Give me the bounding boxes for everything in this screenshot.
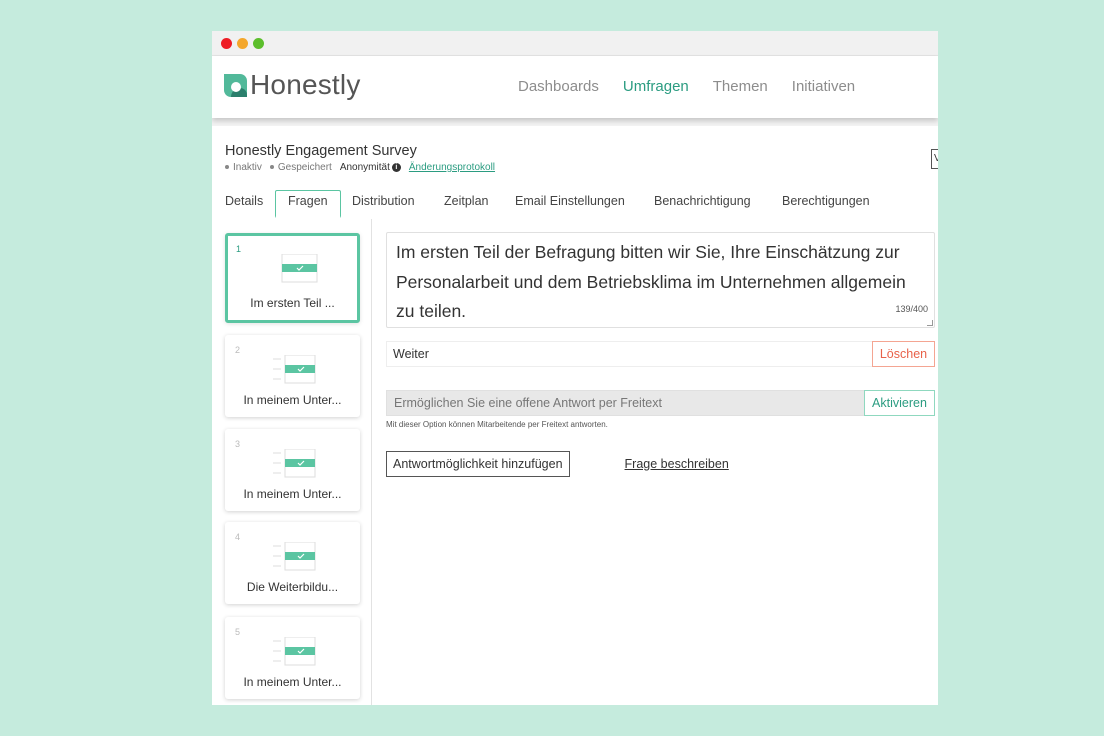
tab-fragen[interactable]: Fragen xyxy=(275,190,341,218)
nav-initiativen[interactable]: Initiativen xyxy=(792,78,855,95)
freetext-hint: Mit dieser Option können Mitarbeitende p… xyxy=(386,420,608,429)
delete-answer-button[interactable]: Löschen xyxy=(872,341,935,367)
activate-freetext-button[interactable]: Aktivieren xyxy=(864,390,935,416)
freetext-label: Ermöglichen Sie eine offene Antwort per … xyxy=(394,396,662,410)
question-label: In meinem Unter... xyxy=(243,675,342,689)
question-card[interactable]: 5 In meinem Unter... xyxy=(225,617,360,699)
question-number: 5 xyxy=(235,627,241,637)
logo[interactable]: Honestly xyxy=(224,70,361,100)
nav-themen[interactable]: Themen xyxy=(713,78,768,95)
window-titlebar xyxy=(212,31,938,56)
question-number: 3 xyxy=(235,439,241,449)
brand-name: Honestly xyxy=(250,69,361,100)
nav-dashboards[interactable]: Dashboards xyxy=(518,78,599,95)
tab-distribution[interactable]: Distribution xyxy=(352,191,415,211)
question-number: 2 xyxy=(235,345,241,355)
question-text-field[interactable]: Im ersten Teil der Befragung bitten wir … xyxy=(386,232,935,328)
tab-benachrichtigung[interactable]: Benachrichtigung xyxy=(654,191,751,211)
saved-dot-icon xyxy=(269,165,274,170)
status-inactive: Inaktiv xyxy=(225,162,262,173)
header-separator xyxy=(212,118,938,126)
resize-handle-icon[interactable] xyxy=(927,320,933,326)
status-saved: Gespeichert xyxy=(269,162,332,173)
question-thumbnail-icon xyxy=(272,542,315,571)
edge-button[interactable]: V xyxy=(931,149,938,169)
question-number: 1 xyxy=(236,244,242,254)
page-title: Honestly Engagement Survey xyxy=(225,143,417,159)
tab-details[interactable]: Details xyxy=(225,191,263,211)
info-icon[interactable]: i xyxy=(391,162,401,172)
close-window-icon[interactable] xyxy=(221,38,232,49)
question-number: 4 xyxy=(235,532,241,542)
question-thumbnail-icon xyxy=(272,637,315,666)
question-label: In meinem Unter... xyxy=(243,487,342,501)
char-counter: 139/400 xyxy=(895,303,928,314)
question-card[interactable]: 2 In meinem Unter... xyxy=(225,335,360,417)
freetext-option-row: Ermöglichen Sie eine offene Antwort per … xyxy=(386,390,935,416)
question-card[interactable]: 1 Im ersten Teil ... xyxy=(225,233,360,323)
question-text: Im ersten Teil der Befragung bitten wir … xyxy=(396,242,906,321)
tab-zeitplan[interactable]: Zeitplan xyxy=(444,191,488,211)
anonymity-info[interactable]: Anonymität i xyxy=(340,162,401,173)
browser-window: Honestly Dashboards Umfragen Themen Init… xyxy=(212,31,938,705)
minimize-window-icon[interactable] xyxy=(237,38,248,49)
question-card[interactable]: 3 In meinem Unter... xyxy=(225,429,360,511)
honestly-logo-icon xyxy=(224,73,247,97)
tab-berechtigungen[interactable]: Berechtigungen xyxy=(782,191,870,211)
question-list: 1 Im ersten Teil ... 2 In meinem Unter..… xyxy=(212,219,372,705)
anonymity-label: Anonymität xyxy=(339,162,390,173)
answer-option-row: Weiter Löschen xyxy=(386,341,935,367)
add-answer-button[interactable]: Antwortmöglichkeit hinzufügen xyxy=(386,451,570,477)
changelog-link[interactable]: Änderungsprotokoll xyxy=(409,162,495,173)
question-thumbnail-icon xyxy=(272,449,315,478)
maximize-window-icon[interactable] xyxy=(253,38,264,49)
survey-meta: Inaktiv Gespeichert Anonymität i Änderung… xyxy=(225,162,495,173)
saved-label: Gespeichert xyxy=(277,162,332,173)
question-editor: Im ersten Teil der Befragung bitten wir … xyxy=(386,232,935,477)
answer-option-input[interactable]: Weiter xyxy=(393,347,429,361)
editor-actions: Antwortmöglichkeit hinzufügen Frage besc… xyxy=(386,451,935,477)
status-dot-icon xyxy=(225,165,229,170)
describe-question-link[interactable]: Frage beschreiben xyxy=(625,457,729,471)
main-nav: Dashboards Umfragen Themen Initiativen xyxy=(518,78,855,95)
question-thumbnail-icon xyxy=(272,355,315,384)
status-label: Inaktiv xyxy=(233,162,262,173)
question-thumbnail-icon xyxy=(281,254,317,283)
question-label: In meinem Unter... xyxy=(243,393,342,407)
nav-umfragen[interactable]: Umfragen xyxy=(623,78,689,95)
app-header: Honestly Dashboards Umfragen Themen Init… xyxy=(212,56,938,118)
question-card[interactable]: 4 Die Weiterbildu... xyxy=(225,522,360,604)
tab-email-einstellungen[interactable]: Email Einstellungen xyxy=(515,191,625,211)
question-label: Im ersten Teil ... xyxy=(250,296,335,310)
question-label: Die Weiterbildu... xyxy=(246,580,339,594)
